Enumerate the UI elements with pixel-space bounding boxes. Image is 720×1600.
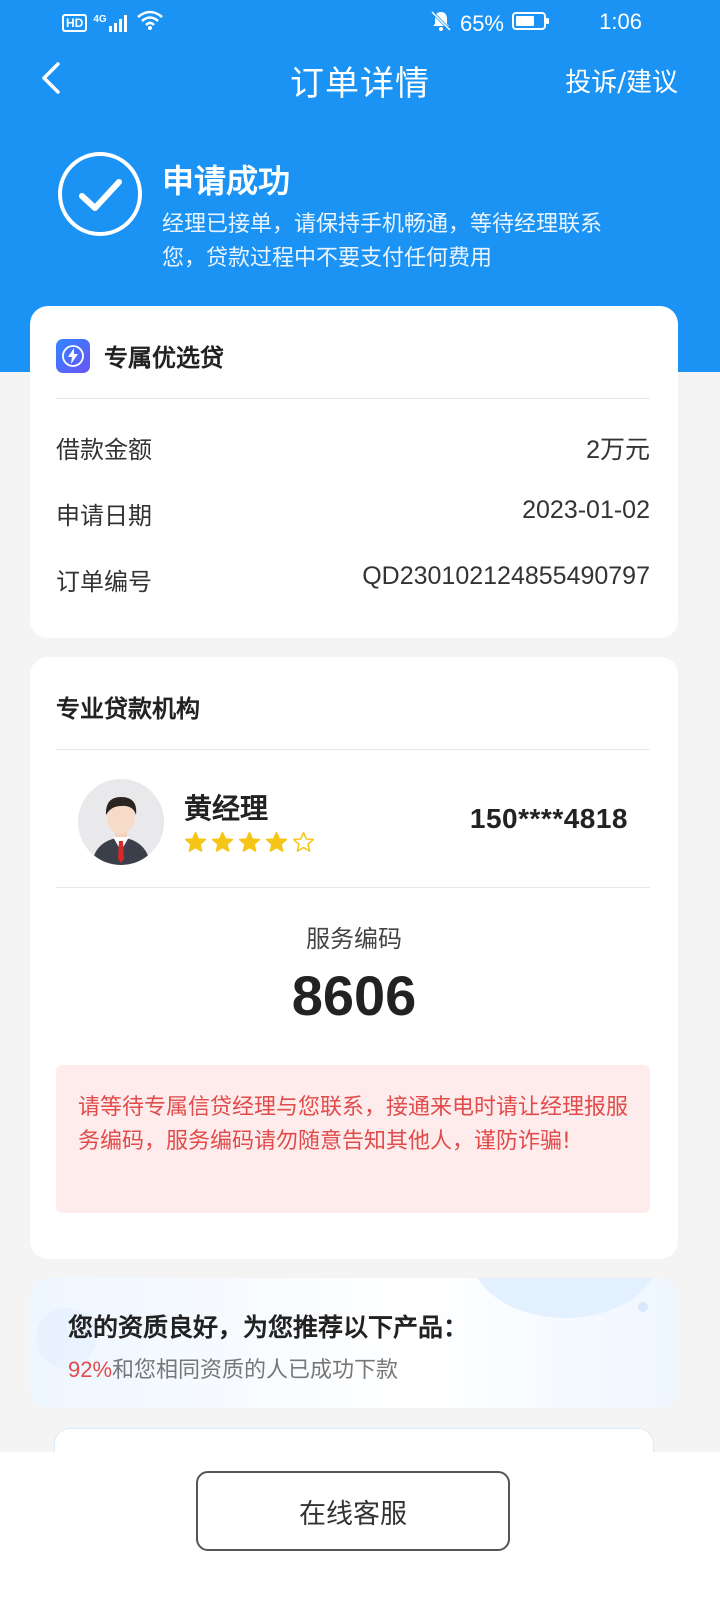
star-filled-icon: [238, 831, 261, 852]
check-circle-icon: [56, 150, 144, 238]
mute-bell-icon: [430, 10, 452, 38]
network-indicators: HD 4G: [62, 10, 163, 36]
row-label: 借款金额: [56, 436, 152, 464]
manager-phone[interactable]: 150****4818: [470, 803, 628, 835]
product-card: 专属优选贷 借款金额 2万元 申请日期 2023-01-02 订单编号 QD23…: [30, 306, 678, 638]
fraud-warning: 请等待专属信贷经理与您联系，接通来电时请让经理报服务编码，服务编码请勿随意告知其…: [56, 1065, 650, 1213]
product-header: 专属优选贷: [56, 338, 224, 373]
product-title: 专属优选贷: [104, 344, 224, 372]
row-label: 申请日期: [56, 502, 152, 530]
order-detail-page: HD 4G 65% 1:06 订单详情 投诉/建议 申请成功 经理已接单，请保持…: [0, 0, 720, 1600]
apply-date-row: 申请日期 2023-01-02: [56, 496, 650, 536]
complaint-link[interactable]: 投诉/建议: [565, 62, 678, 99]
success-percent: 92%: [68, 1357, 113, 1382]
institution-card: 专业贷款机构 黄经理 150****4818 服务编码 8606 请等待专属信贷…: [30, 657, 678, 1259]
navigation-bar: 订单详情 投诉/建议: [0, 52, 720, 108]
star-empty-icon: [292, 831, 315, 852]
recommend-subtitle: 92%和您相同资质的人已成功下款: [68, 1352, 398, 1384]
success-title: 申请成功: [162, 162, 291, 200]
wifi-icon: [136, 10, 163, 36]
divider: [56, 398, 650, 399]
institution-title: 专业贷款机构: [56, 695, 200, 723]
recommend-subtitle-text: 和您相同资质的人已成功下款: [112, 1358, 399, 1383]
loan-amount-row: 借款金额 2万元: [56, 430, 650, 470]
star-filled-icon: [265, 831, 288, 852]
avatar: [78, 779, 164, 865]
recommend-title: 您的资质良好，为您推荐以下产品：: [68, 1313, 469, 1342]
divider: [56, 749, 650, 750]
system-indicators: 65%: [430, 10, 550, 38]
battery-icon: [512, 11, 550, 37]
row-value: QD230102124855490797: [362, 562, 650, 590]
clock: 1:06: [599, 9, 642, 34]
hd-badge: HD: [62, 14, 88, 32]
row-value: 2023-01-02: [522, 496, 650, 524]
manager-name: 黄经理: [184, 792, 269, 825]
status-bar: HD 4G 65% 1:06: [0, 0, 720, 48]
recommend-card[interactable]: 您的资质良好，为您推荐以下产品： 92%和您相同资质的人已成功下款: [30, 1278, 678, 1408]
service-code: 8606: [291, 964, 417, 1027]
divider: [56, 887, 650, 888]
online-service-button[interactable]: 在线客服: [196, 1471, 510, 1551]
lightning-icon: [56, 338, 90, 373]
battery-percent: 65%: [459, 11, 504, 36]
row-label: 订单编号: [56, 568, 152, 596]
order-number-row: 订单编号 QD230102124855490797: [56, 562, 650, 602]
decorative-dot: [638, 1302, 648, 1312]
star-filled-icon: [211, 831, 234, 852]
decorative-bubble: [470, 1278, 660, 1318]
signal-icon: 4G: [93, 14, 130, 32]
rating-stars: [184, 831, 315, 854]
star-filled-icon: [184, 831, 207, 852]
row-value: 2万元: [586, 436, 650, 464]
success-description: 经理已接单，请保持手机畅通，等待经理联系您，贷款过程中不要支付任何费用: [162, 212, 603, 271]
service-code-label: 服务编码: [306, 925, 402, 953]
bottom-bar: 在线客服: [0, 1452, 720, 1600]
signal-type: 4G: [93, 14, 107, 25]
